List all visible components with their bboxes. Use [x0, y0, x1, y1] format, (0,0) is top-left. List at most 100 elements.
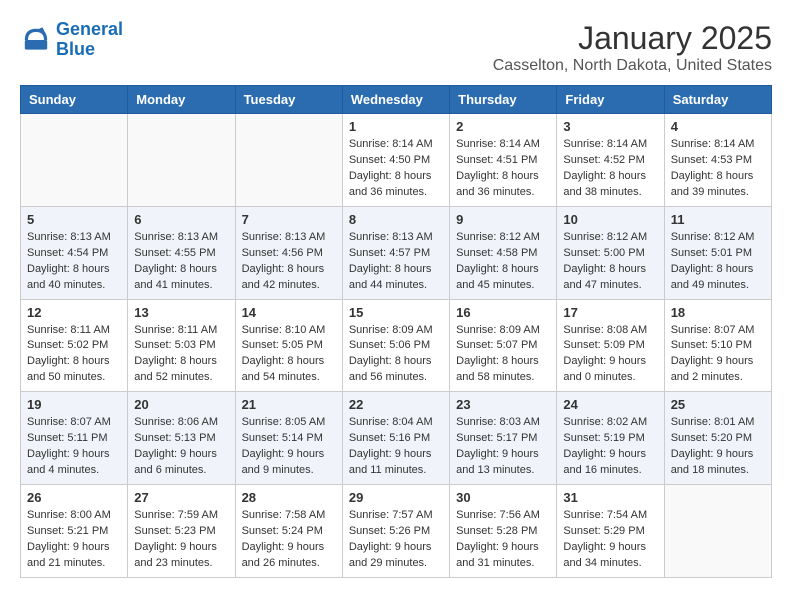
logo-line1: General: [56, 19, 123, 39]
day-number: 27: [134, 490, 228, 505]
calendar-day-cell: 7 Sunrise: 8:13 AMSunset: 4:56 PMDaylight…: [235, 206, 342, 299]
day-info: Sunrise: 7:57 AMSunset: 5:26 PMDaylight:…: [349, 508, 443, 572]
calendar-day-cell: 15Sunrise: 8:09 AMSunset: 5:06 PMDayligh…: [342, 299, 449, 392]
day-number: 14: [242, 305, 336, 320]
calendar-day-cell: [21, 114, 128, 207]
day-number: 6: [134, 212, 228, 227]
calendar-day-cell: 25Sunrise: 8:01 AMSunset: 5:20 PMDayligh…: [664, 392, 771, 485]
calendar-day-cell: 6 Sunrise: 8:13 AMSunset: 4:55 PMDaylight…: [128, 206, 235, 299]
day-info: Sunrise: 8:05 AMSunset: 5:14 PMDaylight:…: [242, 415, 336, 479]
calendar-day-cell: 19 Sunrise: 8:07 AMSunset: 5:11 PMDayligh…: [21, 392, 128, 485]
calendar-day-cell: 10 Sunrise: 8:12 AMSunset: 5:00 PMDayligh…: [557, 206, 664, 299]
day-number: 3: [563, 119, 657, 134]
location-subtitle: Casselton, North Dakota, United States: [493, 57, 772, 75]
calendar-day-cell: 26 Sunrise: 8:00 AMSunset: 5:21 PMDayligh…: [21, 485, 128, 578]
calendar-day-cell: [128, 114, 235, 207]
weekday-header-row: SundayMondayTuesdayWednesdayThursdayFrid…: [21, 86, 772, 114]
weekday-header-wednesday: Wednesday: [342, 86, 449, 114]
day-info: Sunrise: 8:14 AMSunset: 4:52 PMDaylight:…: [563, 137, 657, 201]
calendar-day-cell: 3 Sunrise: 8:14 AMSunset: 4:52 PMDaylight…: [557, 114, 664, 207]
day-info: Sunrise: 7:56 AMSunset: 5:28 PMDaylight:…: [456, 508, 550, 572]
calendar-day-cell: 24 Sunrise: 8:02 AMSunset: 5:19 PMDayligh…: [557, 392, 664, 485]
day-info: Sunrise: 8:13 AMSunset: 4:57 PMDaylight:…: [349, 230, 443, 294]
calendar-day-cell: 23 Sunrise: 8:03 AMSunset: 5:17 PMDayligh…: [450, 392, 557, 485]
calendar-day-cell: 20Sunrise: 8:06 AMSunset: 5:13 PMDayligh…: [128, 392, 235, 485]
day-number: 28: [242, 490, 336, 505]
calendar-day-cell: 30 Sunrise: 7:56 AMSunset: 5:28 PMDayligh…: [450, 485, 557, 578]
day-info: Sunrise: 7:59 AMSunset: 5:23 PMDaylight:…: [134, 508, 228, 572]
calendar-day-cell: 11 Sunrise: 8:12 AMSunset: 5:01 PMDayligh…: [664, 206, 771, 299]
calendar-week-row: 1Sunrise: 8:14 AMSunset: 4:50 PMDaylight…: [21, 114, 772, 207]
day-number: 10: [563, 212, 657, 227]
day-info: Sunrise: 8:03 AMSunset: 5:17 PMDaylight:…: [456, 415, 550, 479]
day-number: 12: [27, 305, 121, 320]
day-number: 23: [456, 397, 550, 412]
weekday-header-monday: Monday: [128, 86, 235, 114]
weekday-header-sunday: Sunday: [21, 86, 128, 114]
day-info: Sunrise: 8:01 AMSunset: 5:20 PMDaylight:…: [671, 415, 765, 479]
calendar-week-row: 12 Sunrise: 8:11 AMSunset: 5:02 PMDayligh…: [21, 299, 772, 392]
logo-icon: [20, 24, 52, 56]
calendar-week-row: 26 Sunrise: 8:00 AMSunset: 5:21 PMDayligh…: [21, 485, 772, 578]
calendar-day-cell: 31 Sunrise: 7:54 AMSunset: 5:29 PMDayligh…: [557, 485, 664, 578]
day-number: 24: [563, 397, 657, 412]
day-number: 19: [27, 397, 121, 412]
day-number: 29: [349, 490, 443, 505]
day-number: 30: [456, 490, 550, 505]
day-info: Sunrise: 8:13 AMSunset: 4:55 PMDaylight:…: [134, 230, 228, 294]
day-info: Sunrise: 8:07 AMSunset: 5:11 PMDaylight:…: [27, 415, 121, 479]
day-info: Sunrise: 7:54 AMSunset: 5:29 PMDaylight:…: [563, 508, 657, 572]
day-info: Sunrise: 8:12 AMSunset: 5:01 PMDaylight:…: [671, 230, 765, 294]
day-number: 7: [242, 212, 336, 227]
calendar-day-cell: 12 Sunrise: 8:11 AMSunset: 5:02 PMDayligh…: [21, 299, 128, 392]
logo: General Blue: [20, 20, 123, 60]
calendar-day-cell: 27 Sunrise: 7:59 AMSunset: 5:23 PMDayligh…: [128, 485, 235, 578]
weekday-header-thursday: Thursday: [450, 86, 557, 114]
day-info: Sunrise: 8:02 AMSunset: 5:19 PMDaylight:…: [563, 415, 657, 479]
weekday-header-saturday: Saturday: [664, 86, 771, 114]
day-number: 5: [27, 212, 121, 227]
calendar-day-cell: 9Sunrise: 8:12 AMSunset: 4:58 PMDaylight…: [450, 206, 557, 299]
calendar-day-cell: 5 Sunrise: 8:13 AMSunset: 4:54 PMDaylight…: [21, 206, 128, 299]
month-title: January 2025: [493, 20, 772, 57]
day-info: Sunrise: 8:12 AMSunset: 5:00 PMDaylight:…: [563, 230, 657, 294]
calendar-day-cell: [664, 485, 771, 578]
day-info: Sunrise: 8:09 AMSunset: 5:07 PMDaylight:…: [456, 323, 550, 387]
calendar-day-cell: 14 Sunrise: 8:10 AMSunset: 5:05 PMDayligh…: [235, 299, 342, 392]
day-number: 4: [671, 119, 765, 134]
day-info: Sunrise: 8:08 AMSunset: 5:09 PMDaylight:…: [563, 323, 657, 387]
day-info: Sunrise: 8:11 AMSunset: 5:03 PMDaylight:…: [134, 323, 228, 387]
day-info: Sunrise: 8:14 AMSunset: 4:53 PMDaylight:…: [671, 137, 765, 201]
day-number: 22: [349, 397, 443, 412]
day-number: 21: [242, 397, 336, 412]
day-info: Sunrise: 8:14 AMSunset: 4:51 PMDaylight:…: [456, 137, 550, 201]
day-number: 9: [456, 212, 550, 227]
day-info: Sunrise: 8:00 AMSunset: 5:21 PMDaylight:…: [27, 508, 121, 572]
day-number: 11: [671, 212, 765, 227]
day-number: 13: [134, 305, 228, 320]
day-info: Sunrise: 8:13 AMSunset: 4:54 PMDaylight:…: [27, 230, 121, 294]
day-info: Sunrise: 8:10 AMSunset: 5:05 PMDaylight:…: [242, 323, 336, 387]
logo-line2: Blue: [56, 39, 95, 59]
day-number: 8: [349, 212, 443, 227]
weekday-header-tuesday: Tuesday: [235, 86, 342, 114]
calendar-day-cell: 28 Sunrise: 7:58 AMSunset: 5:24 PMDayligh…: [235, 485, 342, 578]
day-number: 26: [27, 490, 121, 505]
calendar-table: SundayMondayTuesdayWednesdayThursdayFrid…: [20, 85, 772, 578]
day-info: Sunrise: 7:58 AMSunset: 5:24 PMDaylight:…: [242, 508, 336, 572]
day-info: Sunrise: 8:11 AMSunset: 5:02 PMDaylight:…: [27, 323, 121, 387]
day-info: Sunrise: 8:04 AMSunset: 5:16 PMDaylight:…: [349, 415, 443, 479]
day-number: 18: [671, 305, 765, 320]
day-number: 16: [456, 305, 550, 320]
day-info: Sunrise: 8:13 AMSunset: 4:56 PMDaylight:…: [242, 230, 336, 294]
calendar-week-row: 5 Sunrise: 8:13 AMSunset: 4:54 PMDaylight…: [21, 206, 772, 299]
day-info: Sunrise: 8:09 AMSunset: 5:06 PMDaylight:…: [349, 323, 443, 387]
day-number: 20: [134, 397, 228, 412]
day-number: 2: [456, 119, 550, 134]
day-info: Sunrise: 8:07 AMSunset: 5:10 PMDaylight:…: [671, 323, 765, 387]
day-number: 17: [563, 305, 657, 320]
calendar-day-cell: 8 Sunrise: 8:13 AMSunset: 4:57 PMDaylight…: [342, 206, 449, 299]
title-block: January 2025 Casselton, North Dakota, Un…: [493, 20, 772, 75]
day-number: 31: [563, 490, 657, 505]
day-number: 1: [349, 119, 443, 134]
